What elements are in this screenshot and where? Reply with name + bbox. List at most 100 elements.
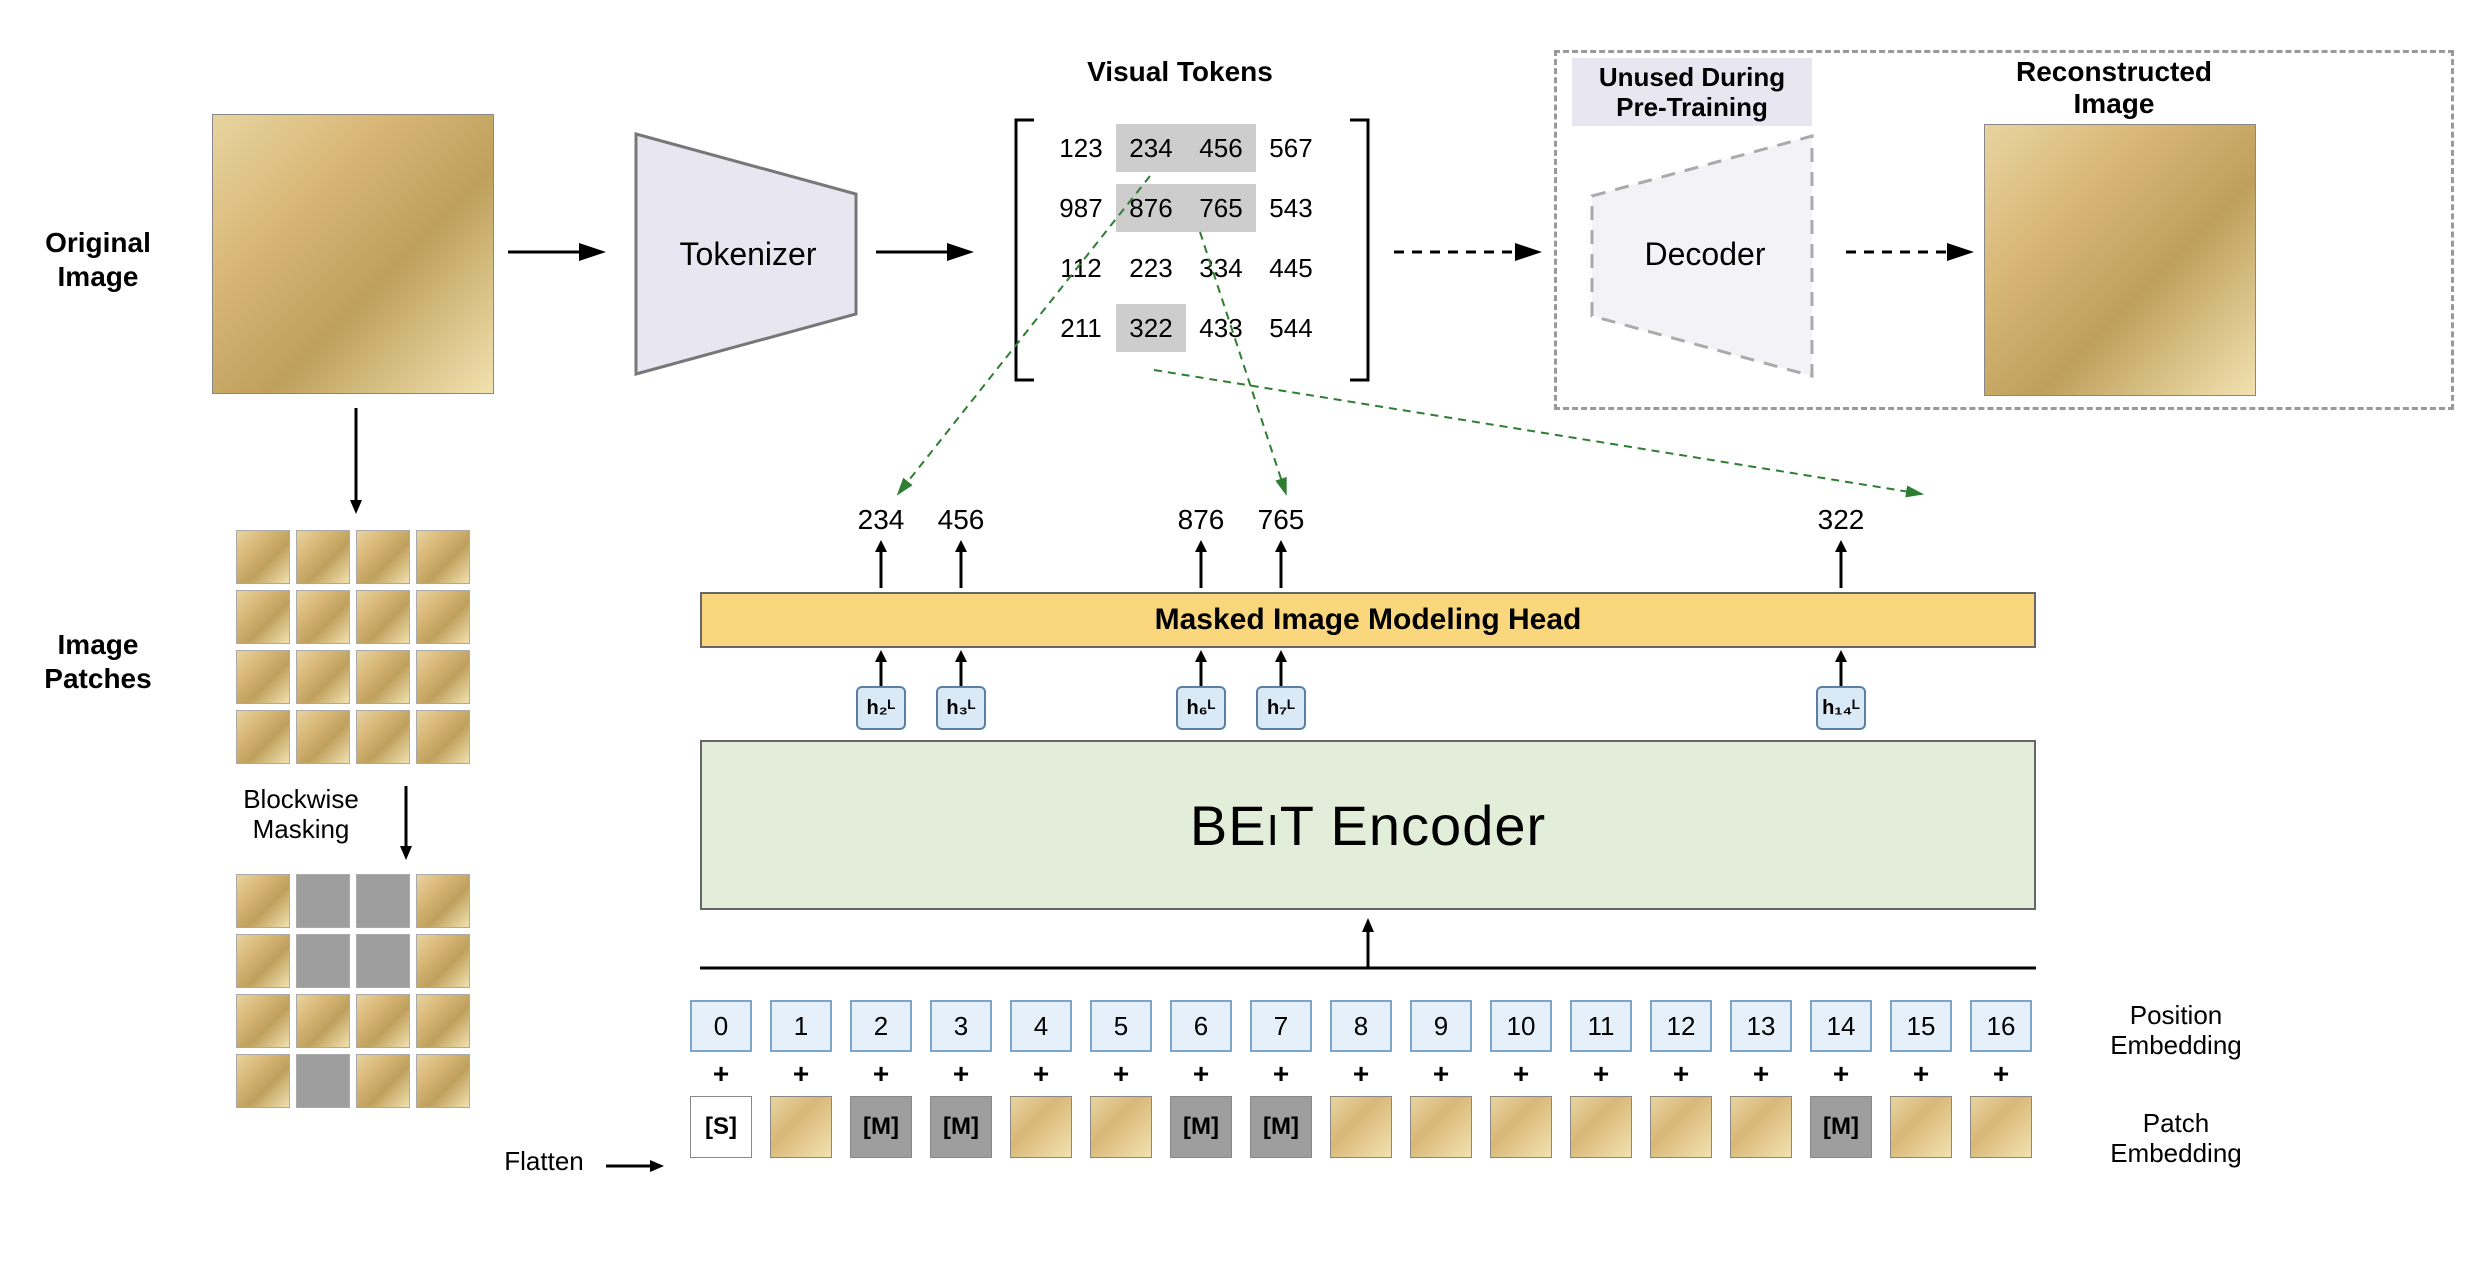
patch-embedding	[1410, 1096, 1472, 1158]
visual-token-cell: 544	[1256, 304, 1326, 352]
image-patch	[296, 710, 350, 764]
arrow-head-to-pred	[1829, 540, 1853, 592]
text: OriginalImage	[45, 227, 151, 292]
visual-tokens-label: Visual Tokens	[1050, 56, 1310, 88]
arrow-image-down	[336, 400, 376, 520]
arrow-head-to-pred	[949, 540, 973, 592]
visual-token-cell: 433	[1186, 304, 1256, 352]
position-embedding-label: PositionEmbedding	[2076, 1000, 2276, 1060]
image-patch	[236, 874, 290, 928]
visual-token-cell: 334	[1186, 244, 1256, 292]
visual-token-cell: 223	[1116, 244, 1186, 292]
visual-token-cell: 456	[1186, 124, 1256, 172]
image-patch	[416, 1054, 470, 1108]
arrow-decoder-to-recon	[1838, 232, 1988, 272]
arrow-h-to-head	[949, 650, 973, 690]
arrow-h-to-head	[1829, 650, 1853, 690]
arrow-head-to-pred	[1269, 540, 1293, 592]
text: Unused DuringPre-Training	[1599, 62, 1785, 122]
patch-embedding	[1730, 1096, 1792, 1158]
text: Flatten	[504, 1146, 584, 1176]
image-patch	[416, 650, 470, 704]
plus-icon: +	[761, 1058, 841, 1090]
plus-icon: +	[841, 1058, 921, 1090]
image-patch	[236, 650, 290, 704]
arrow-h-to-head	[1269, 650, 1293, 690]
tokenizer-label: Tokenizer	[648, 236, 848, 273]
image-patch	[356, 530, 410, 584]
image-patch	[416, 590, 470, 644]
visual-token-cell: 987	[1046, 184, 1116, 232]
position-index: 9	[1410, 1000, 1472, 1052]
visual-token-cell: 876	[1116, 184, 1186, 232]
plus-icon: +	[1721, 1058, 1801, 1090]
plus-icon: +	[1481, 1058, 1561, 1090]
patch-embedding	[1090, 1096, 1152, 1158]
patch-embedding	[770, 1096, 832, 1158]
predicted-token: 234	[845, 504, 917, 536]
position-index: 4	[1010, 1000, 1072, 1052]
hidden-state-box: h₁₄ᴸ	[1816, 686, 1866, 730]
masked-patch	[356, 874, 410, 928]
original-image-label: OriginalImage	[18, 226, 178, 294]
image-patches-grid	[236, 530, 476, 770]
text: BlockwiseMasking	[243, 784, 359, 844]
position-index: 5	[1090, 1000, 1152, 1052]
hidden-state-box: h₃ᴸ	[936, 686, 986, 730]
visual-token-grid: 1232344565679878767655431122233344452113…	[1046, 124, 1336, 364]
mim-head: Masked Image Modeling Head	[700, 592, 2036, 648]
hidden-state-box: h₂ᴸ	[856, 686, 906, 730]
text: PatchEmbedding	[2110, 1108, 2242, 1168]
plus-icon: +	[921, 1058, 1001, 1090]
plus-icon: +	[1641, 1058, 1721, 1090]
visual-token-cell: 765	[1186, 184, 1256, 232]
patch-embedding-start: [S]	[690, 1096, 752, 1158]
plus-icon: +	[1401, 1058, 1481, 1090]
decoder-label: Decoder	[1600, 236, 1810, 273]
position-index: 6	[1170, 1000, 1232, 1052]
predicted-token: 765	[1245, 504, 1317, 536]
position-index: 3	[930, 1000, 992, 1052]
visual-token-cell: 211	[1046, 304, 1116, 352]
arrow-patches-to-masked	[386, 780, 426, 868]
position-index: 15	[1890, 1000, 1952, 1052]
masked-patch	[296, 1054, 350, 1108]
image-patch	[296, 994, 350, 1048]
plus-row: +++++++++++++++++	[690, 1058, 2041, 1090]
text: Masked Image Modeling Head	[1155, 603, 1582, 637]
masked-patch	[356, 934, 410, 988]
position-index: 13	[1730, 1000, 1792, 1052]
position-index: 1	[770, 1000, 832, 1052]
plus-icon: +	[1561, 1058, 1641, 1090]
predicted-token: 876	[1165, 504, 1237, 536]
visual-token-cell: 123	[1046, 124, 1116, 172]
beit-encoder: BEIT Encoder	[700, 740, 2036, 910]
arrow-flatten	[600, 1148, 670, 1184]
patch-embedding	[1330, 1096, 1392, 1158]
image-patch	[236, 530, 290, 584]
image-patch	[236, 994, 290, 1048]
image-patch	[416, 934, 470, 988]
text: Decoder	[1645, 236, 1766, 272]
patch-embedding	[1890, 1096, 1952, 1158]
image-patch	[236, 590, 290, 644]
image-patch	[356, 994, 410, 1048]
hidden-state-box: h₇ᴸ	[1256, 686, 1306, 730]
plus-icon: +	[1001, 1058, 1081, 1090]
position-index: 16	[1970, 1000, 2032, 1052]
plus-icon: +	[1801, 1058, 1881, 1090]
image-patch	[236, 934, 290, 988]
image-patch	[296, 650, 350, 704]
flatten-label: Flatten	[484, 1146, 604, 1177]
image-patch	[296, 590, 350, 644]
text: Tokenizer	[680, 236, 817, 272]
image-patch	[356, 650, 410, 704]
plus-icon: +	[1881, 1058, 1961, 1090]
patch-embedding-row: [S][M][M][M][M][M]	[690, 1096, 2032, 1158]
text: ImagePatches	[44, 629, 151, 694]
arrow-head-to-pred	[869, 540, 893, 592]
predicted-token: 322	[1805, 504, 1877, 536]
position-index: 7	[1250, 1000, 1312, 1052]
text: ReconstructedImage	[2016, 56, 2212, 119]
image-patch	[416, 994, 470, 1048]
